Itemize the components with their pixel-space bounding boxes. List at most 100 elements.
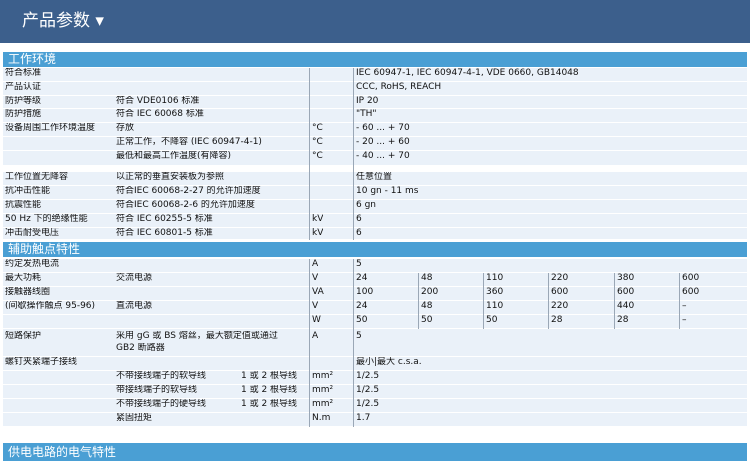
table-row: 紧固扭矩 N.m 1.7 [3,413,747,427]
table-row: 不带接线端子的软导线 1 或 2 根导线 mm² 1/2.5 [3,371,747,385]
cell-label: 工作位置无降容 [5,172,69,182]
table-row: 螺钉夹紧端子接线 最小|最大 c.s.a. [3,357,747,371]
cell-value: 380 [617,273,635,283]
cell-desc: 符合 IEC 60068 标准 [116,109,204,119]
cell-unit: mm² [312,399,334,409]
cell-label: (间歇操作触点 95-96) [5,301,96,311]
cell-desc: 符合IEC 60068-2-27 的允许加速度 [116,186,261,196]
cell-value: 28 [551,315,563,325]
cell-value: - 20 ... + 60 [356,137,410,147]
cell-value: 任意位置 [356,172,393,182]
cell-label: 短路保护 [5,331,42,341]
cell-unit: W [312,315,321,325]
table-row: 冲击耐受电压 符合 IEC 60801-5 标准 kV 6 [3,228,747,240]
cell-desc: GB2 断路器 [116,343,165,353]
cell-label: 约定发热电流 [5,259,60,269]
cell-unit: °C [312,151,323,161]
table-row: 符合标准 IEC 60947-1, IEC 60947-4-1, VDE 066… [3,68,747,82]
cell-value: 1/2.5 [356,385,380,395]
column-divider [548,273,549,329]
cell-desc: 不带接线端子的软导线 [116,371,207,381]
cell-value: IEC 60947-1, IEC 60947-4-1, VDE 0660, GB… [356,68,579,78]
env-table: 符合标准 IEC 60947-1, IEC 60947-4-1, VDE 066… [3,68,747,240]
cell-unit: mm² [312,385,334,395]
table-row: 不带接线端子的硬导线 1 或 2 根导线 mm² 1/2.5 [3,399,747,413]
cell-value: 600 [682,273,700,283]
cell-value: 110 [486,301,504,311]
cell-value: 48 [421,273,433,283]
table-row: (间歇操作触点 95-96) 直流电源 V 24 48 110 220 440 … [3,301,747,315]
cell-count: 1 或 2 根导线 [241,371,298,381]
column-divider [483,273,484,329]
cell-value: 200 [421,287,439,297]
table-row: 工作位置无降容 以正常的垂直安装板为参照 任意位置 [3,172,747,186]
table-row: 约定发热电流 A 5 [3,259,747,273]
cell-value: IP 20 [356,96,379,106]
cell-value: 360 [486,287,504,297]
cell-value: 440 [617,301,635,311]
cell-count: 1 或 2 根导线 [241,385,298,395]
cell-value: 24 [356,273,368,283]
section-header-aux: 辅助触点特性 [3,242,747,257]
cell-label: 冲击耐受电压 [5,228,60,238]
cell-count: 1 或 2 根导线 [241,399,298,409]
section-header-power: 供电电路的电气特性 [3,443,747,461]
cell-desc: 符合 VDE0106 标准 [116,96,200,106]
column-divider [353,259,354,427]
cell-unit: °C [312,123,323,133]
cell-unit: mm² [312,371,334,381]
cell-value: – [682,301,687,311]
cell-value: 1/2.5 [356,399,380,409]
column-divider [418,273,419,329]
cell-value: - 40 ... + 70 [356,151,410,161]
column-divider [309,259,310,427]
cell-value: 6 [356,228,362,238]
table-row: 带接线端子的软导线 1 或 2 根导线 mm² 1/2.5 [3,385,747,399]
table-row: 产品认证 CCC, RoHS, REACH [3,82,747,96]
cell-value: 600 [617,287,635,297]
cell-value: 5 [356,331,362,341]
cell-unit: VA [312,287,324,297]
page-title[interactable]: 产品参数 ▾ [0,0,750,43]
table-row: 50 Hz 下的绝缘性能 符合 IEC 60255-5 标准 kV 6 [3,214,747,228]
cell-unit: A [312,331,319,341]
cell-label: 50 Hz 下的绝缘性能 [5,214,88,224]
cell-value: – [682,315,687,325]
cell-value: CCC, RoHS, REACH [356,82,442,92]
cell-desc: 存放 [116,123,135,133]
cell-value: - 60 ... + 70 [356,123,410,133]
cell-value: 600 [682,287,700,297]
table-row: 最大功耗 交流电源 V 24 48 110 220 380 600 [3,273,747,287]
cell-desc: 最低和最高工作温度(有降容) [116,151,232,161]
cell-unit: N.m [312,413,331,423]
table-row: 设备周围工作环境温度 存放 °C - 60 ... + 70 [3,123,747,137]
cell-unit: V [312,273,319,283]
cell-value: 50 [421,315,433,325]
cell-unit: kV [312,214,324,224]
cell-desc: 采用 gG 或 BS 熔丝，最大额定值或通过 [116,331,278,341]
cell-value: 1/2.5 [356,371,380,381]
cell-label: 设备周围工作环境温度 [5,123,96,133]
cell-label: 产品认证 [5,82,42,92]
table-row: 正常工作，不降容 (IEC 60947-4-1) °C - 20 ... + 6… [3,137,747,151]
column-divider [353,68,354,240]
cell-label: 接触器线圈 [5,287,51,297]
cell-value: 10 gn - 11 ms [356,186,419,196]
cell-value: 28 [617,315,629,325]
cell-unit: A [312,259,319,269]
cell-desc: 以正常的垂直安装板为参照 [116,172,225,182]
cell-unit: °C [312,137,323,147]
table-row: 接触器线圈 VA 100 200 360 600 600 600 [3,287,747,301]
cell-value: 6 gn [356,200,377,210]
cell-desc: 符合 IEC 60801-5 标准 [116,228,213,238]
cell-label: 抗震性能 [5,200,42,210]
cell-desc: 带接线端子的软导线 [116,385,198,395]
cell-value: 24 [356,301,368,311]
cell-unit: kV [312,228,324,238]
cell-label: 抗冲击性能 [5,186,51,196]
table-row: 最低和最高工作温度(有降容) °C - 40 ... + 70 [3,151,747,166]
column-divider [679,273,680,329]
cell-value: 50 [356,315,368,325]
cell-label: 螺钉夹紧端子接线 [5,357,78,367]
cell-value: 6 [356,214,362,224]
